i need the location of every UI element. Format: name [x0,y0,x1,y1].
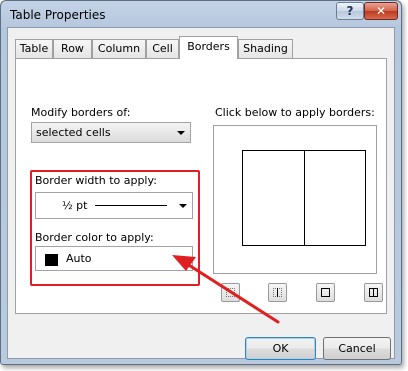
preview-inside-border [304,151,305,245]
border-preview[interactable] [213,125,377,274]
ok-button[interactable]: OK [245,337,316,360]
inside-vertical-border-icon [273,288,282,297]
tab-cell[interactable]: Cell [146,39,179,58]
close-button[interactable]: ✕ [364,2,398,20]
all-borders-button[interactable] [364,283,383,302]
cancel-button[interactable]: Cancel [323,337,391,360]
table-properties-dialog: Table Properties ? ✕ Table Row Column Ce… [0,0,402,365]
tab-table[interactable]: Table [15,39,53,58]
inside-vertical-border-button[interactable] [268,283,287,302]
preview-cells [242,150,366,246]
dialog-title: Table Properties [10,8,106,22]
outside-border-icon [321,288,330,297]
apply-borders-label: Click below to apply borders: [215,106,375,119]
all-borders-icon [369,288,378,297]
borders-tab-panel: Modify borders of: selected cells Border… [15,58,387,314]
modify-borders-value: selected cells [36,126,111,139]
no-border-button[interactable] [221,283,240,302]
tab-borders[interactable]: Borders [179,36,238,59]
outside-border-button[interactable] [316,283,335,302]
chevron-down-icon [177,131,185,135]
no-border-icon [226,288,235,297]
help-button[interactable]: ? [336,2,364,20]
modify-borders-dropdown[interactable]: selected cells [31,122,191,143]
dialog-body: Table Row Column Cell Borders Shading Mo… [7,27,395,360]
tab-row[interactable]: Row [53,39,92,58]
tab-column[interactable]: Column [92,39,146,58]
annotation-highlight-box [30,170,200,286]
modify-borders-label: Modify borders of: [31,106,131,119]
tab-shading[interactable]: Shading [238,39,293,58]
